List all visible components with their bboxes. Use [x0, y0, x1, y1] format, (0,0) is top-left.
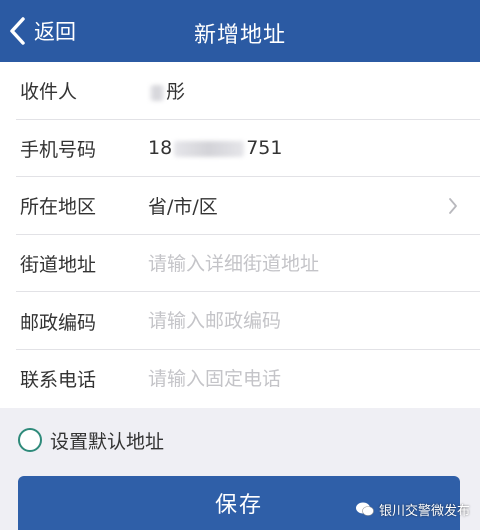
telephone-label: 联系电话: [20, 369, 97, 392]
wechat-icon: [355, 502, 374, 516]
street-label: 街道地址: [20, 254, 97, 277]
watermark-text: 银川交警微发布: [378, 503, 470, 519]
page-title: 新增地址: [193, 23, 286, 48]
recipient-row[interactable]: 收件人 彤: [0, 62, 480, 120]
navbar: 返回 新增地址: [0, 0, 480, 62]
postcode-row: 邮政编码: [0, 292, 480, 350]
recipient-field[interactable]: 彤: [148, 77, 480, 104]
recipient-label: 收件人: [20, 81, 78, 104]
chevron-right-icon: [449, 198, 457, 215]
street-row: 街道地址: [0, 235, 480, 293]
recipient-value: 彤: [166, 81, 186, 104]
street-input[interactable]: [148, 252, 480, 275]
region-value: 省/市/区: [148, 196, 218, 219]
phone-suffix: 751: [246, 137, 283, 160]
redacted-text: [150, 84, 164, 101]
redacted-text: [174, 140, 245, 157]
telephone-row: 联系电话: [0, 350, 480, 408]
watermark: 银川交警微发布: [355, 497, 470, 521]
default-address-radio[interactable]: [18, 428, 42, 452]
address-form: 收件人 彤 手机号码 18 751 所在地区 省/市/区 街道地址 邮政编码 联系…: [0, 62, 480, 408]
phone-row[interactable]: 手机号码 18 751: [0, 120, 480, 178]
region-row[interactable]: 所在地区 省/市/区: [0, 177, 480, 235]
region-label: 所在地区: [20, 196, 97, 219]
phone-field[interactable]: 18 751: [148, 137, 480, 159]
phone-prefix: 18: [148, 137, 173, 160]
postcode-input[interactable]: [148, 310, 480, 333]
phone-label: 手机号码: [20, 138, 97, 161]
postcode-label: 邮政编码: [20, 311, 97, 334]
default-address-label: 设置默认地址: [50, 430, 165, 453]
default-address-toggle[interactable]: 设置默认地址: [18, 426, 164, 454]
telephone-input[interactable]: [148, 367, 480, 390]
